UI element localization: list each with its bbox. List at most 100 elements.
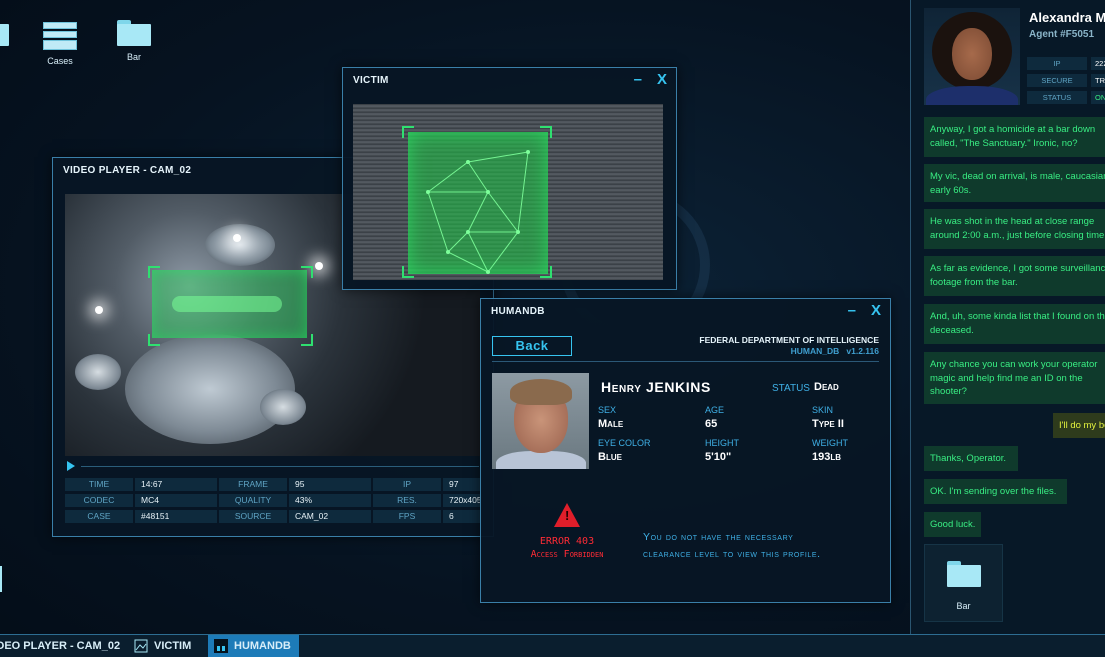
meta-label: CASE xyxy=(65,510,133,523)
meta-label: FRAME xyxy=(219,478,287,491)
taskbar-item-video-player[interactable]: VIDEO PLAYER - CAM_02 xyxy=(0,635,120,657)
chat-message: Thanks, Operator. xyxy=(924,446,1018,471)
bracket-corner xyxy=(402,266,414,278)
meta-value: 14:67 xyxy=(135,478,217,491)
meta-value: CAM_02 xyxy=(289,510,371,523)
agent-avatar xyxy=(924,8,1020,105)
folder-icon xyxy=(946,561,981,587)
meta-value: 6 xyxy=(443,510,481,523)
meta-value: #48151 xyxy=(135,510,217,523)
close-button[interactable]: X xyxy=(657,72,667,88)
person-name: Henry JENKINS xyxy=(601,379,711,395)
agent-name: Alexandra M xyxy=(1029,10,1105,25)
table-shape xyxy=(125,334,295,444)
face-detection-box xyxy=(408,132,548,274)
folder-icon xyxy=(0,20,9,46)
status-value: Dead xyxy=(814,381,839,393)
meta-label: IP xyxy=(373,478,441,491)
divider xyxy=(492,361,879,362)
meta-value: 97 xyxy=(443,478,481,491)
db-version: v1.2.116 xyxy=(846,346,879,356)
image-icon xyxy=(134,639,148,653)
status-label: STATUS xyxy=(772,383,810,394)
chair-shape xyxy=(75,354,121,390)
window-title: VICTIM xyxy=(353,75,389,86)
access-denied-line: clearance level to view this profile. xyxy=(643,548,821,560)
chat-message: Good luck. xyxy=(924,512,981,537)
play-icon[interactable] xyxy=(67,461,75,471)
victim-image[interactable] xyxy=(353,104,663,280)
agent-info-key: STATUS xyxy=(1027,91,1087,104)
meta-value: 43% xyxy=(289,494,371,507)
chat-message: As far as evidence, I got some surveilla… xyxy=(924,256,1105,296)
eye-color-label: EYE COLOR xyxy=(598,438,651,448)
chat-message: My vic, dead on arrival, is male, caucas… xyxy=(924,164,1105,202)
meta-value: MC4 xyxy=(135,494,217,507)
agent-info-value: TRUE xyxy=(1091,74,1105,87)
back-button[interactable]: Back xyxy=(492,336,572,356)
shared-file-label: Bar xyxy=(956,601,971,611)
error-message: ERROR 403 Access Forbidden xyxy=(511,535,623,561)
db-name: HUMAN_DB xyxy=(790,346,840,356)
shared-file-bar[interactable]: Bar xyxy=(924,544,1003,622)
taskbar-item-victim[interactable]: VICTIM xyxy=(134,635,191,657)
warning-icon: ! xyxy=(554,503,580,527)
age-label: AGE xyxy=(705,405,725,415)
desktop-icon-partial[interactable]: ts xyxy=(0,20,22,62)
chat-message: OK. I'm sending over the files. xyxy=(924,479,1067,504)
bracket-corner xyxy=(148,334,160,346)
folder-icon xyxy=(117,20,151,46)
desktop-icon-label: ts xyxy=(0,52,22,62)
agent-info-value: 222 xyxy=(1091,57,1105,70)
department-name: FEDERAL DEPARTMENT OF INTELLIGENCE xyxy=(699,335,879,345)
body-detection-box xyxy=(152,270,307,338)
taskbar-label: HUMANDB xyxy=(234,640,291,652)
body-silhouette xyxy=(172,296,282,312)
access-denied-text: You do not have the necessary clearance … xyxy=(643,529,821,563)
desktop-icon-edge[interactable] xyxy=(0,566,2,592)
meta-label: FPS xyxy=(373,510,441,523)
age-value: 65 xyxy=(705,418,718,430)
meta-value: 720x405 xyxy=(443,494,481,507)
desktop-icon-label: Cases xyxy=(47,56,73,66)
chat-message: Anyway, I got a homicide at a bar down c… xyxy=(924,117,1105,157)
window-title: HUMANDB xyxy=(491,306,545,317)
timeline-track[interactable] xyxy=(81,466,479,467)
access-denied-line: You do not have the necessary xyxy=(643,531,794,543)
bracket-corner xyxy=(540,126,552,138)
meta-value: 95 xyxy=(289,478,371,491)
database-version: HUMAN_DB v1.2.116 xyxy=(699,346,879,357)
minimize-button[interactable]: – xyxy=(848,303,856,319)
error-code: ERROR 403 xyxy=(539,536,595,547)
cases-icon xyxy=(43,22,77,50)
chat-message: Any chance you can work your operator ma… xyxy=(924,352,1105,404)
taskbar: VIDEO PLAYER - CAM_02 VICTIM HUMANDB xyxy=(0,634,1105,657)
meta-label: TIME xyxy=(65,478,133,491)
bracket-corner xyxy=(402,126,414,138)
bracket-corner xyxy=(301,266,313,278)
meta-label: RES. xyxy=(373,494,441,507)
playback-bar[interactable] xyxy=(65,461,480,471)
profile-photo xyxy=(492,373,589,469)
agent-id: Agent #F5051 xyxy=(1029,29,1095,40)
humandb-window: HUMANDB – X Back FEDERAL DEPARTMENT OF I… xyxy=(480,298,891,603)
close-button[interactable]: X xyxy=(871,303,881,319)
agent-info-value: ONLINE xyxy=(1091,91,1105,104)
department-header: FEDERAL DEPARTMENT OF INTELLIGENCE HUMAN… xyxy=(699,335,879,357)
skin-label: SKIN xyxy=(812,405,834,415)
taskbar-item-humandb[interactable]: HUMANDB xyxy=(208,635,299,657)
sex-value: Male xyxy=(598,418,624,430)
error-text: Access Forbidden xyxy=(530,549,604,560)
desktop-icon-cases[interactable]: Cases xyxy=(30,22,90,66)
light-glow xyxy=(315,262,323,270)
skin-value: Type II xyxy=(812,418,844,430)
chair-shape xyxy=(260,389,306,425)
minimize-button[interactable]: – xyxy=(634,72,642,88)
desktop-icon-bar[interactable]: Bar xyxy=(104,20,164,62)
taskbar-label: VICTIM xyxy=(154,640,192,652)
meta-label: QUALITY xyxy=(219,494,287,507)
height-value: 5'10" xyxy=(705,451,732,463)
sex-label: SEX xyxy=(598,405,617,415)
face-mesh-icon xyxy=(426,150,530,274)
agent-info-key: SECURE xyxy=(1027,74,1087,87)
